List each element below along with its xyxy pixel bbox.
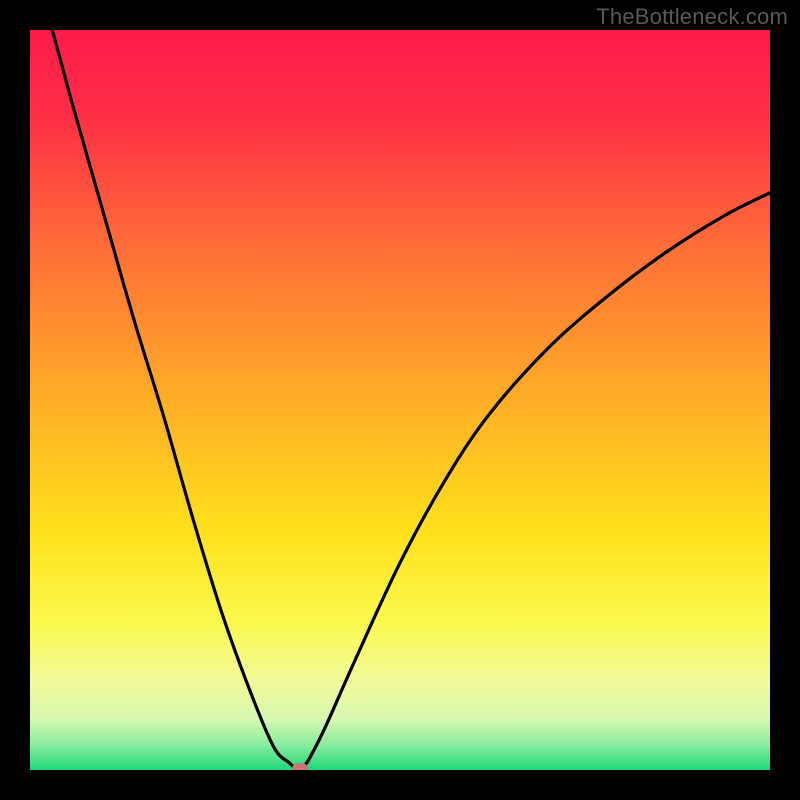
watermark-text: TheBottleneck.com — [596, 4, 788, 30]
bottleneck-curve — [52, 30, 770, 769]
optimal-marker — [292, 763, 308, 770]
plot-area — [30, 30, 770, 770]
curve-layer — [30, 30, 770, 770]
chart-frame: TheBottleneck.com — [0, 0, 800, 800]
